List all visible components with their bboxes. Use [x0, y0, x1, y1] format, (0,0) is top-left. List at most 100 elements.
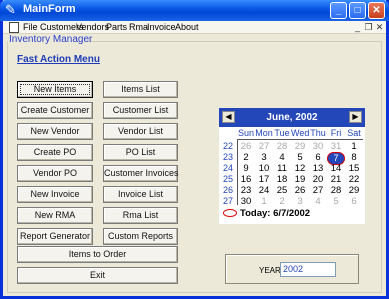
new-items-button[interactable]: New Items [17, 81, 93, 98]
calendar-day[interactable]: 19 [291, 174, 309, 185]
calendar-day[interactable]: 14 [327, 163, 345, 174]
week-number: 27 [222, 196, 233, 206]
calendar-day[interactable]: 27 [255, 141, 273, 152]
calendar-day[interactable]: 2 [237, 152, 255, 163]
calendar-day[interactable]: 16 [237, 174, 255, 185]
maximize-button[interactable]: □ [349, 2, 366, 19]
menu-about[interactable]: About [175, 21, 199, 33]
menu-invoice[interactable]: Invoice [147, 21, 176, 33]
calendar-day[interactable]: 8 [345, 152, 363, 163]
calendar-day[interactable]: 5 [291, 152, 309, 163]
week-number: 22 [222, 141, 233, 151]
calendar-day[interactable]: 5 [327, 196, 345, 207]
calendar-day[interactable]: 29 [291, 141, 309, 152]
menu-parts[interactable]: Parts [106, 21, 127, 33]
calendar-header: ◀ June, 2002 ▶ [219, 108, 365, 127]
new-vendor-button[interactable]: New Vendor [17, 123, 93, 140]
today-circle-icon [223, 209, 237, 218]
calendar-day[interactable]: 31 [327, 141, 345, 152]
new-rma-button[interactable]: New RMA [17, 207, 93, 224]
app-icon[interactable]: ✎ [5, 3, 19, 17]
calendar-day[interactable]: 28 [273, 141, 291, 152]
calendar-day[interactable]: 24 [255, 185, 273, 196]
items-to-order-button[interactable]: Items to Order [17, 246, 178, 263]
customer-list-button[interactable]: Customer List [103, 102, 178, 119]
calendar-day[interactable]: 28 [327, 185, 345, 196]
week-number: 26 [222, 185, 233, 195]
vendor-list-button[interactable]: Vendor List [103, 123, 178, 140]
calendar-day[interactable]: 4 [309, 196, 327, 207]
rma-list-button[interactable]: Rma List [103, 207, 178, 224]
calendar-day[interactable]: 6 [345, 196, 363, 207]
mdi-restore-icon[interactable]: ❐ [363, 21, 374, 33]
day-of-week-label: Thu [310, 128, 326, 138]
menu-rma[interactable]: Rma [129, 21, 148, 33]
calendar-day[interactable]: 21 [327, 174, 345, 185]
calendar-day[interactable]: 9 [237, 163, 255, 174]
report-generator-button[interactable]: Report Generator [17, 228, 93, 245]
calendar-day[interactable]: 10 [255, 163, 273, 174]
calendar-day[interactable]: 11 [273, 163, 291, 174]
vendor-po-button[interactable]: Vendor PO [17, 165, 93, 182]
calendar-day[interactable]: 3 [291, 196, 309, 207]
document-icon[interactable] [9, 22, 19, 33]
day-of-week-label: Mon [255, 128, 273, 138]
calendar-day[interactable]: 13 [309, 163, 327, 174]
minimize-button[interactable]: _ [330, 2, 347, 19]
day-of-week-label: Tue [274, 128, 290, 138]
week-number: 24 [222, 163, 233, 173]
calendar-day[interactable]: 20 [309, 174, 327, 185]
calendar-day[interactable]: 1 [255, 196, 273, 207]
month-calendar[interactable]: ◀ June, 2002 ▶ Sun Mon Tue Wed Thu Fri Sat 22 2… [219, 108, 365, 224]
calendar-day[interactable]: 18 [273, 174, 291, 185]
fast-action-heading: Fast Action Menu [17, 54, 100, 65]
today-link[interactable]: Today: 6/7/2002 [223, 208, 310, 219]
calendar-day[interactable]: 22 [345, 174, 363, 185]
calendar-day[interactable]: 1 [345, 141, 363, 152]
calendar-day[interactable]: 26 [237, 141, 255, 152]
title-bar[interactable]: ✎ MainForm _ □ ✕ [0, 0, 389, 21]
calendar-day[interactable]: 2 [273, 196, 291, 207]
calendar-day[interactable]: 12 [291, 163, 309, 174]
create-po-button[interactable]: Create PO [17, 144, 93, 161]
custom-reports-button[interactable]: Custom Reports [103, 228, 178, 245]
calendar-day[interactable]: 30 [237, 196, 255, 207]
calendar-day[interactable]: 27 [309, 185, 327, 196]
window-title: MainForm [23, 3, 76, 15]
create-customer-button[interactable]: Create Customer [17, 102, 93, 119]
today-text: Today: 6/7/2002 [240, 208, 311, 219]
calendar-day[interactable]: 29 [345, 185, 363, 196]
menu-file[interactable]: File [23, 21, 38, 33]
menu-bar: File Customers Vendors Parts Rma Invoice… [3, 21, 386, 34]
calendar-day[interactable]: 6 [309, 152, 327, 163]
mdi-minimize-icon[interactable]: _ [352, 21, 363, 33]
calendar-day[interactable]: 3 [255, 152, 273, 163]
invoice-list-button[interactable]: Invoice List [103, 186, 178, 203]
calendar-day[interactable]: 30 [309, 141, 327, 152]
week-number: 23 [222, 152, 233, 162]
po-list-button[interactable]: PO List [103, 144, 178, 161]
day-of-week-label: Sat [347, 128, 361, 138]
mdi-close-icon[interactable]: ✕ [374, 21, 385, 33]
group-legend: Inventory Manager [9, 34, 93, 45]
client-area: Inventory Manager Fast Action Menu New I… [3, 34, 386, 296]
calendar-day[interactable]: 25 [273, 185, 291, 196]
day-of-week-label: Wed [291, 128, 310, 138]
calendar-day[interactable]: 4 [273, 152, 291, 163]
calendar-day[interactable]: 26 [291, 185, 309, 196]
calendar-day[interactable]: 15 [345, 163, 363, 174]
calendar-day[interactable]: 23 [237, 185, 255, 196]
week-number: 25 [222, 174, 233, 184]
new-invoice-button[interactable]: New Invoice [17, 186, 93, 203]
close-button[interactable]: ✕ [368, 2, 385, 19]
day-of-week-label: Sun [237, 128, 254, 138]
calendar-month-title[interactable]: June, 2002 [219, 112, 365, 123]
menu-vendors[interactable]: Vendors [76, 21, 109, 33]
year-input[interactable]: 2002 [280, 262, 336, 277]
items-list-button[interactable]: Items List [103, 81, 178, 98]
customer-invoices-button[interactable]: Customer Invoices [103, 165, 179, 182]
next-month-icon[interactable]: ▶ [349, 111, 362, 123]
main-window: ✎ MainForm _ □ ✕ File Customers Vendors … [0, 0, 389, 299]
exit-button[interactable]: Exit [17, 267, 178, 284]
calendar-day[interactable]: 17 [255, 174, 273, 185]
